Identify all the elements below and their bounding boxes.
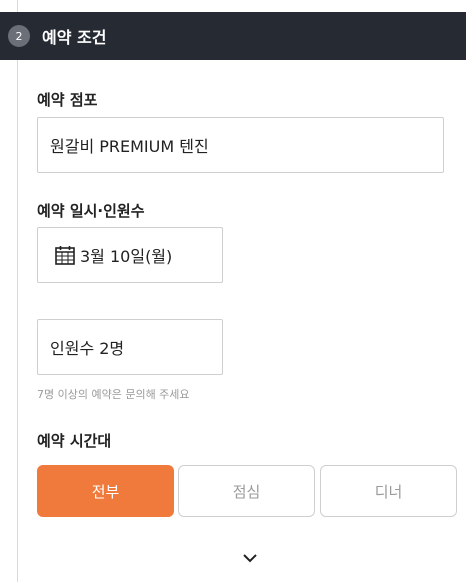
time-option-lunch-button[interactable]: 점심 bbox=[178, 465, 315, 517]
calendar-icon bbox=[54, 244, 76, 266]
section-header: 2 예약 조건 bbox=[0, 12, 466, 60]
time-option-all-button[interactable]: 전부 bbox=[37, 465, 174, 517]
date-picker[interactable]: 3월 10일(월) bbox=[37, 227, 223, 283]
time-slot-label: 예약 시간대 bbox=[37, 432, 112, 450]
store-select[interactable]: 원갈비 PREMIUM 텐진 bbox=[37, 117, 444, 173]
people-select[interactable]: 인원수 2명 bbox=[37, 319, 223, 375]
datetime-label: 예약 일시·인원수 bbox=[37, 202, 145, 220]
store-value: 원갈비 PREMIUM 텐진 bbox=[50, 137, 209, 156]
date-value: 3월 10일(월) bbox=[80, 247, 173, 266]
group-notice: 7명 이상의 예약은 문의해 주세요 bbox=[37, 388, 190, 401]
left-divider bbox=[17, 0, 18, 582]
store-label: 예약 점포 bbox=[37, 91, 98, 109]
time-option-dinner-button[interactable]: 디너 bbox=[320, 465, 457, 517]
people-value: 인원수 2명 bbox=[50, 339, 125, 358]
top-strip bbox=[0, 0, 466, 12]
section-title: 예약 조건 bbox=[42, 28, 107, 47]
chevron-down-icon[interactable] bbox=[241, 549, 259, 563]
step-badge: 2 bbox=[8, 25, 30, 47]
